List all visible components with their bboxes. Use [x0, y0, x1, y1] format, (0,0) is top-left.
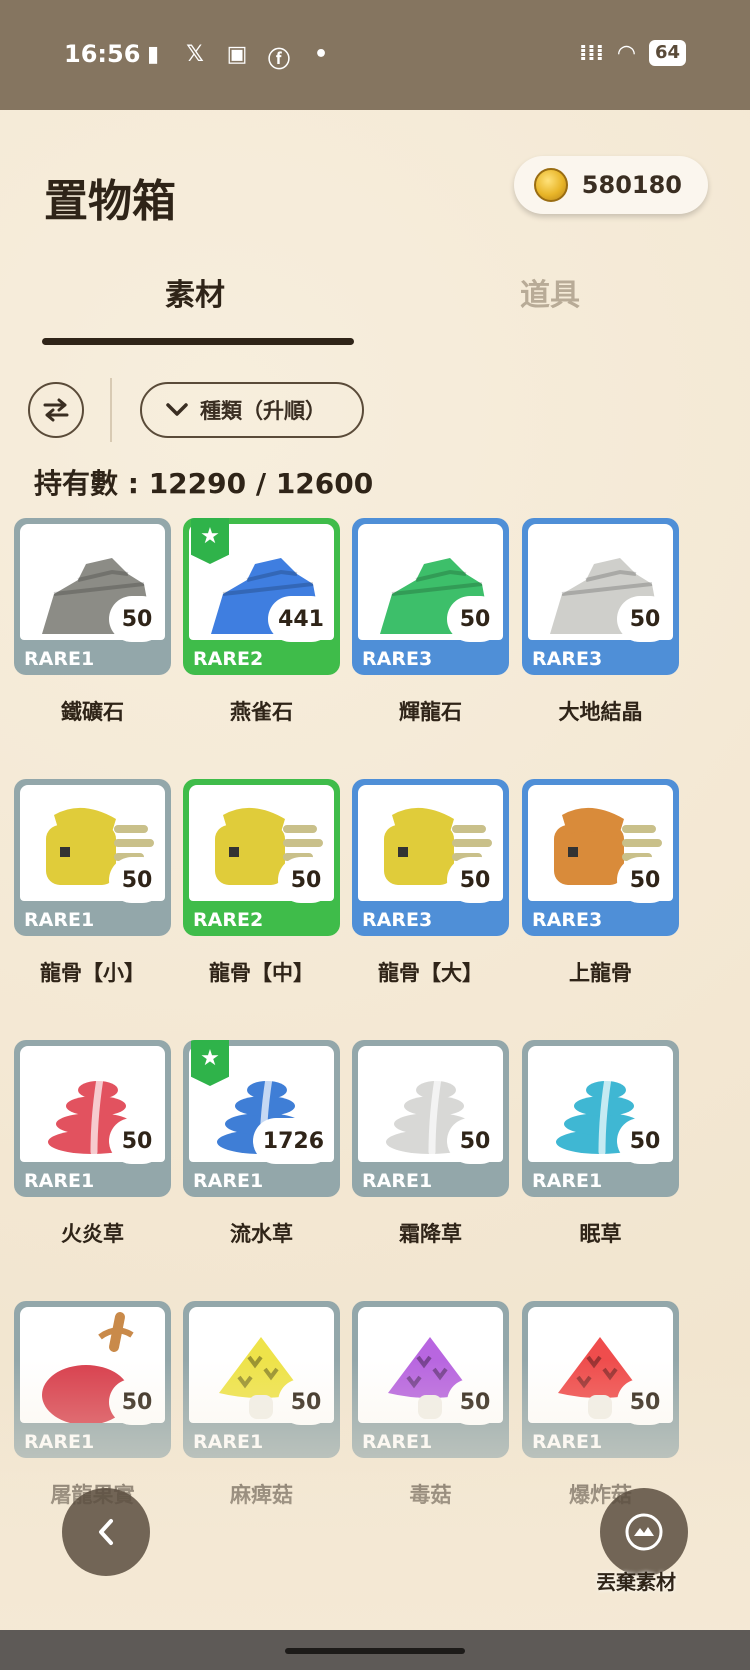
item-quantity: 50	[447, 857, 503, 903]
item-name: 龍骨【大】	[378, 961, 483, 985]
item-rarity: RARE1	[362, 1170, 433, 1192]
item-card[interactable]: 50 RARE3	[352, 518, 509, 675]
notification-icon: ▮	[146, 42, 160, 67]
item-rarity: RARE1	[24, 1170, 95, 1192]
item-quantity: 50	[447, 596, 503, 642]
item-card[interactable]: 50 RARE1	[14, 1040, 171, 1197]
item-quantity: 50	[109, 596, 165, 642]
status-time: 16:56	[64, 40, 141, 68]
home-indicator[interactable]	[285, 1648, 465, 1654]
item-card[interactable]: 50 RARE1	[352, 1040, 509, 1197]
favorite-star-icon: ★	[191, 1040, 229, 1086]
status-bar: 16:56 ▮ 𝕏 ▣ ⓕ • ⁞⁞⁞ ◠ 64	[0, 0, 750, 110]
active-tab-indicator	[42, 338, 354, 345]
chevron-down-icon	[166, 403, 188, 416]
item-card[interactable]: 50 RARE1	[14, 779, 171, 936]
chevron-left-icon	[99, 1519, 113, 1545]
item-rarity: RARE3	[362, 648, 433, 670]
shop-icon: ▣	[226, 42, 248, 67]
item-name: 大地結晶	[558, 700, 643, 724]
favorite-star-icon: ★	[191, 518, 229, 564]
item-rarity: RARE2	[193, 648, 264, 670]
item-rarity: RARE2	[193, 909, 264, 931]
battery-icon: 64	[648, 40, 686, 66]
item-quantity: 50	[109, 857, 165, 903]
item-name: 輝龍石	[399, 700, 462, 724]
back-button[interactable]	[62, 1488, 150, 1576]
item-name: 火炎草	[61, 1222, 124, 1246]
item-rarity: RARE3	[532, 648, 603, 670]
divider	[110, 378, 112, 442]
item-quantity: 50	[617, 596, 673, 642]
item-quantity: 50	[447, 1118, 503, 1164]
item-card[interactable]: 50 RARE3	[522, 518, 679, 675]
item-quantity: 1726	[252, 1118, 334, 1164]
item-name: 上龍骨	[569, 961, 632, 985]
signal-icon: ⁞⁞⁞	[578, 40, 605, 66]
swap-order-button[interactable]	[28, 382, 84, 438]
item-name: 龍骨【中】	[209, 961, 314, 985]
item-name: 龍骨【小】	[40, 961, 145, 985]
more-dot-icon: •	[313, 42, 329, 67]
x-icon: 𝕏	[186, 42, 204, 67]
item-card[interactable]: ★ 1726 RARE1	[183, 1040, 340, 1197]
controls: 種類（升順）	[28, 378, 728, 442]
item-card[interactable]: 50 RARE1	[522, 1040, 679, 1197]
system-nav-bar	[0, 1630, 750, 1670]
facebook-icon: ⓕ	[267, 48, 290, 73]
sort-label: 種類（升順）	[200, 399, 326, 423]
discard-icon	[625, 1513, 663, 1551]
wifi-icon: ◠	[618, 40, 635, 66]
item-name: 霜降草	[399, 1222, 462, 1246]
page-title: 置物箱	[44, 176, 176, 227]
item-card[interactable]: 50 RARE3	[352, 779, 509, 936]
inventory-count: 持有數 : 12290 / 12600	[34, 467, 374, 500]
item-quantity: 50	[617, 1118, 673, 1164]
item-quantity: 441	[268, 596, 334, 642]
item-rarity: RARE3	[362, 909, 433, 931]
item-card[interactable]: 50 RARE3	[522, 779, 679, 936]
item-quantity: 50	[109, 1118, 165, 1164]
coin-balance: 580180	[513, 156, 708, 214]
status-right: ⁞⁞⁞ ◠ 64	[579, 40, 686, 66]
item-card[interactable]: 50 RARE2	[183, 779, 340, 936]
item-quantity: 50	[278, 857, 334, 903]
sort-dropdown[interactable]: 種類（升順）	[140, 382, 364, 438]
inventory-page: 置物箱 580180 素材 道具 種類（升順） 持有數 : 12290 / 12…	[0, 110, 750, 1630]
discard-materials-button[interactable]	[600, 1488, 688, 1576]
item-name: 燕雀石	[230, 700, 293, 724]
swap-arrows-icon	[43, 398, 69, 422]
item-card[interactable]: 50 RARE1	[14, 518, 171, 675]
item-rarity: RARE1	[24, 648, 95, 670]
item-name: 眠草	[579, 1222, 622, 1246]
item-rarity: RARE1	[193, 1170, 264, 1192]
item-quantity: 50	[617, 857, 673, 903]
tab-items[interactable]: 道具	[520, 270, 580, 314]
item-rarity: RARE3	[532, 909, 603, 931]
coin-icon	[533, 168, 568, 202]
item-rarity: RARE1	[24, 909, 95, 931]
discard-label: 丟棄素材	[596, 1570, 676, 1594]
item-card[interactable]: ★ 441 RARE2	[183, 518, 340, 675]
coin-value: 580180	[581, 171, 682, 199]
notification-icons: ▮ 𝕏 ▣ ⓕ •	[140, 42, 334, 74]
tab-materials[interactable]: 素材	[165, 270, 225, 314]
item-rarity: RARE1	[532, 1170, 603, 1192]
item-name: 流水草	[230, 1222, 293, 1246]
item-name: 鐵礦石	[61, 700, 124, 724]
